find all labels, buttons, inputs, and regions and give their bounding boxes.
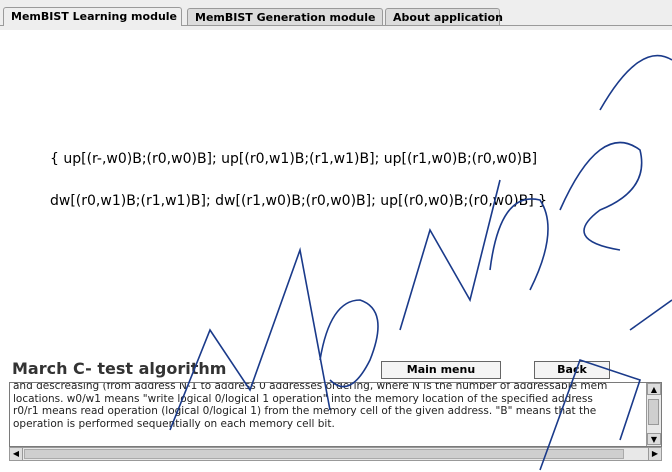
- section-title: March C- test algorithm: [12, 359, 227, 378]
- description-line: r0/r1 means read operation (logical 0/lo…: [13, 405, 597, 418]
- tab-about-application[interactable]: About application: [385, 8, 503, 25]
- vertical-scroll-thumb[interactable]: [648, 399, 659, 425]
- description-text: and descreasing (from address N-1 to add…: [13, 382, 645, 430]
- arrow-up-icon[interactable]: ▲: [647, 383, 661, 395]
- description-textarea[interactable]: and descreasing (from address N-1 to add…: [9, 382, 662, 447]
- arrow-left-icon[interactable]: ◀: [10, 448, 23, 460]
- description-line: operation is performed sequentially on e…: [13, 417, 335, 430]
- description-line: locations. w0/w1 means "write logical 0/…: [13, 392, 593, 405]
- horizontal-scroll-thumb[interactable]: [24, 449, 624, 459]
- arrow-down-icon[interactable]: ▼: [647, 433, 661, 445]
- vertical-scrollbar[interactable]: ▲ ▼: [646, 383, 661, 446]
- main-menu-button[interactable]: Main menu: [381, 361, 501, 379]
- description-line: and descreasing (from address N-1 to add…: [13, 382, 608, 392]
- algorithm-line-2: dw[(r0,w1)B;(r1,w1)B]; dw[(r1,w0)B;(r0,w…: [50, 193, 548, 209]
- tab-learning-module[interactable]: MemBIST Learning module: [3, 7, 182, 26]
- tab-strip: MemBIST Learning module MemBIST Generati…: [0, 0, 672, 30]
- tab-generation-module[interactable]: MemBIST Generation module: [187, 8, 383, 25]
- algorithm-line-1: { up[(r-,w0)B;(r0,w0)B]; up[(r0,w1)B;(r1…: [50, 151, 538, 167]
- horizontal-scrollbar[interactable]: ◀ ▶: [9, 447, 662, 461]
- back-button[interactable]: Back: [534, 361, 610, 379]
- arrow-right-icon[interactable]: ▶: [648, 448, 661, 460]
